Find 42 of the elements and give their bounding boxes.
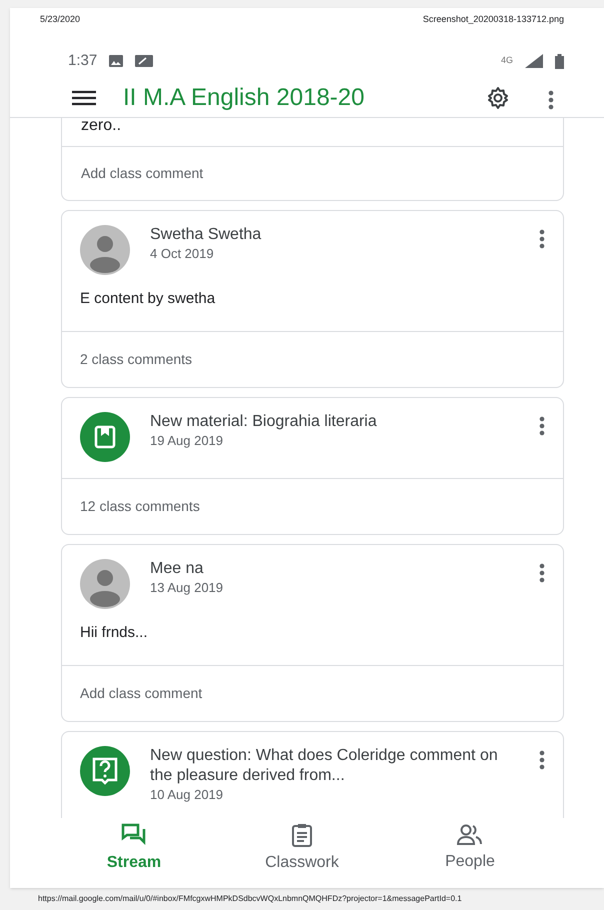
network-label: 4G [500, 54, 513, 68]
more-options-icon[interactable] [539, 750, 545, 770]
bookmark-icon [80, 412, 130, 462]
more-options-icon[interactable] [539, 563, 545, 583]
chat-bubbles-icon [121, 823, 147, 847]
print-date: 5/23/2020 [40, 13, 80, 26]
post-text: E content by swetha [80, 290, 216, 307]
post-text: Hii frnds... [80, 624, 148, 641]
class-comment-link[interactable]: Add class comment [81, 163, 204, 184]
class-title: II M.A English 2018-20 [123, 82, 366, 112]
post-title: New material: Biograhia literaria [150, 412, 378, 432]
more-options-icon[interactable] [539, 229, 545, 249]
settings-icon[interactable] [486, 86, 510, 110]
notification-icon [135, 55, 154, 67]
menu-icon[interactable] [72, 90, 96, 106]
post-title: Mee na [150, 559, 204, 579]
post-date: 4 Oct 2019 [150, 245, 215, 263]
print-url: https://mail.google.com/mail/u/0/#inbox/FMfcgxwHMPkDSdbcvWQxLnbmnQMQHFDz?projector=1&messagePartId=0.1 [38, 893, 462, 905]
more-options-icon[interactable] [548, 90, 554, 110]
post-date: 19 Aug 2019 [150, 432, 224, 450]
post-title: Swetha Swetha [150, 225, 262, 245]
class-comment-link[interactable]: 12 class comments [80, 496, 200, 517]
nav-tab[interactable]: Classwork [218, 823, 386, 875]
signal-icon [525, 54, 543, 68]
more-options-icon[interactable] [539, 416, 545, 436]
class-comment-link[interactable]: Add class comment [80, 683, 202, 704]
avatar-silhouette-icon [80, 559, 130, 609]
image-icon [109, 55, 124, 67]
print-filename: Screenshot_20200318-133712.png [422, 13, 564, 26]
post-title: New question: What does Coleridge comment on the pleasure derived from... [150, 746, 499, 786]
avatar-silhouette-icon [80, 225, 130, 275]
post-text: zero.. [81, 118, 122, 134]
question-icon [80, 746, 130, 796]
clipboard-icon [291, 823, 313, 847]
people-icon [456, 824, 484, 846]
class-comment-link[interactable]: 2 class comments [80, 349, 192, 370]
post-date: 10 Aug 2019 [150, 786, 224, 804]
post-date: 13 Aug 2019 [150, 579, 224, 597]
battery-icon [555, 54, 564, 68]
nav-tab[interactable]: Stream [50, 823, 218, 875]
status-time: 1:37 [68, 50, 98, 71]
nav-tab[interactable]: People [386, 824, 554, 874]
